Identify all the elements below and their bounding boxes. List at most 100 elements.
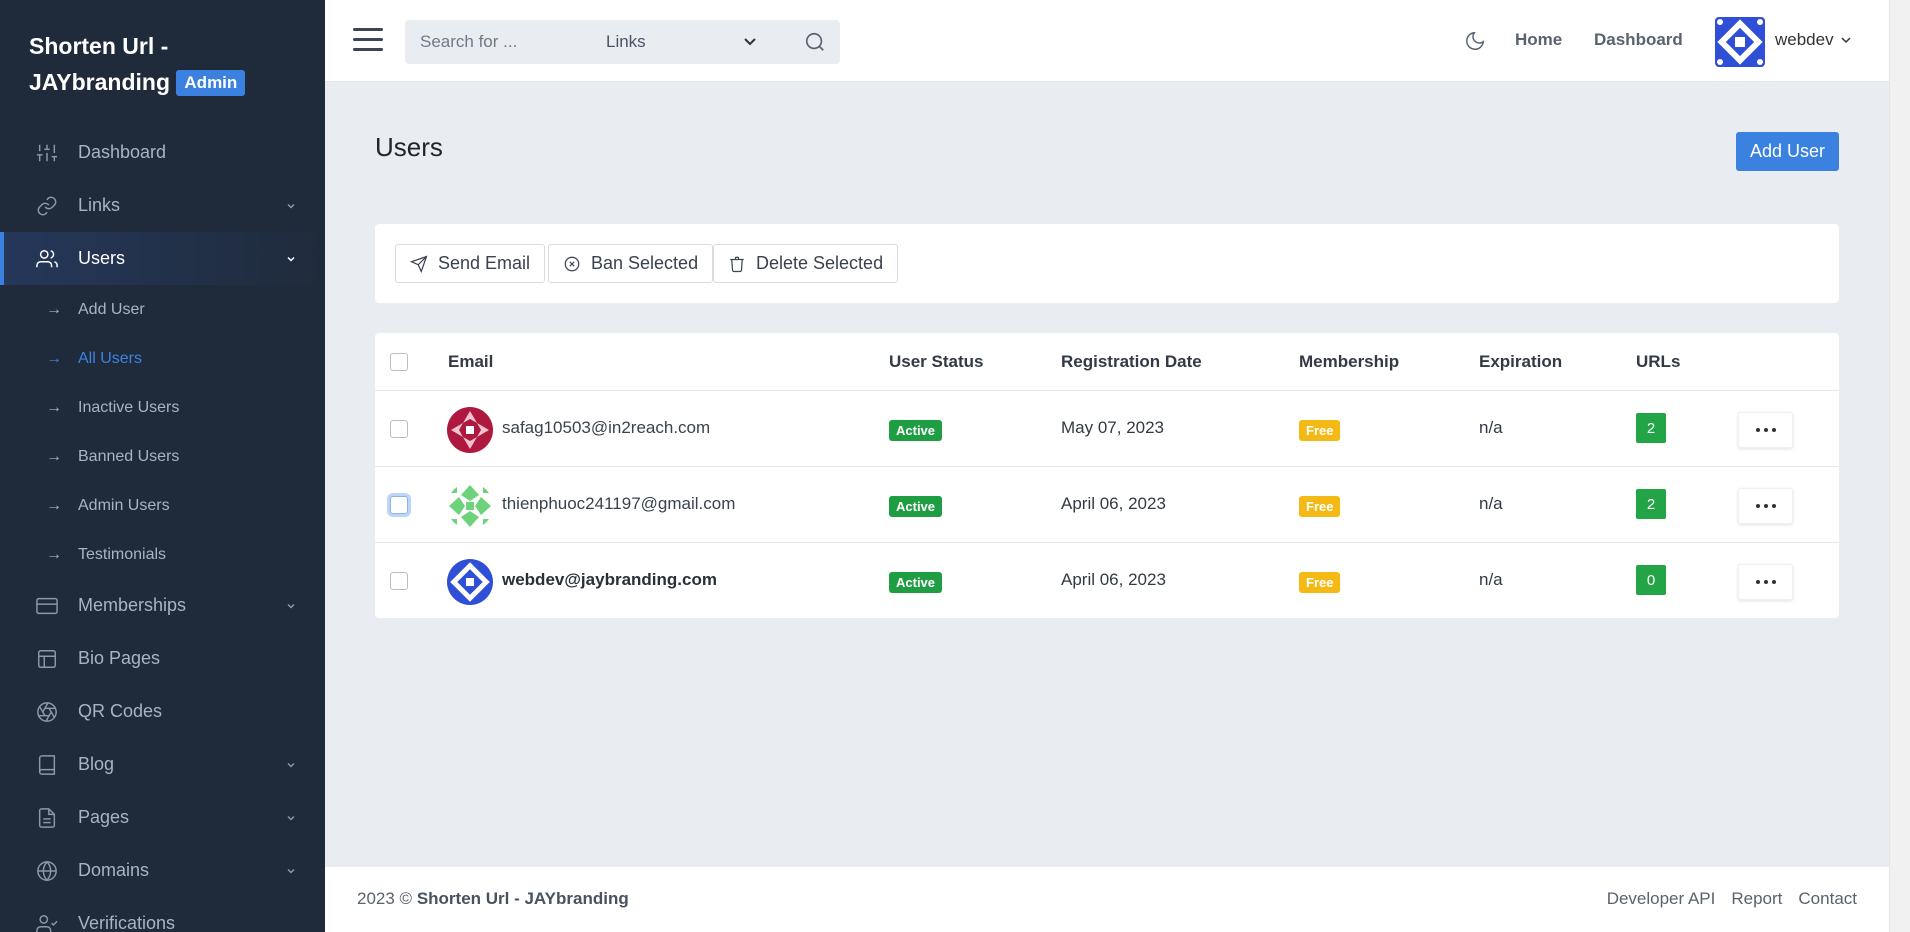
table-row: thienphuoc241197@gmail.com Active April … xyxy=(375,467,1839,543)
search-scope-select[interactable]: Links xyxy=(595,20,785,64)
row-actions-button[interactable] xyxy=(1738,488,1793,524)
submenu-item-all-users[interactable]: → All Users xyxy=(0,334,325,383)
row-actions-button[interactable] xyxy=(1738,412,1793,448)
column-header-expiration[interactable]: Expiration xyxy=(1479,352,1562,372)
sidebar-item-verifications[interactable]: Verifications xyxy=(0,897,325,932)
sidebar: Shorten Url - JAYbranding Admin Dashboar… xyxy=(0,0,325,932)
sidebar-item-bio-pages[interactable]: Bio Pages xyxy=(0,632,325,685)
button-label: Delete Selected xyxy=(756,253,884,273)
globe-icon xyxy=(36,860,58,882)
arrow-right-icon: → xyxy=(46,447,62,465)
sidebar-item-label: Dashboard xyxy=(78,142,167,162)
footer-link-report[interactable]: Report xyxy=(1731,889,1782,909)
table-header: Email User Status Registration Date Memb… xyxy=(375,333,1839,391)
sidebar-item-memberships[interactable]: Memberships xyxy=(0,579,325,632)
footer-link-contact[interactable]: Contact xyxy=(1798,889,1857,909)
submenu-item-banned-users[interactable]: → Banned Users xyxy=(0,432,325,481)
registration-date: April 06, 2023 xyxy=(1061,494,1166,513)
nav-dashboard-link[interactable]: Dashboard xyxy=(1594,30,1683,50)
menu-toggle-icon[interactable] xyxy=(353,28,383,52)
footer: 2023 © Shorten Url - JAYbranding Develop… xyxy=(325,867,1889,932)
user-email-link[interactable]: safag10503@in2reach.com xyxy=(502,418,710,438)
link-icon xyxy=(36,195,58,217)
avatar xyxy=(447,559,493,605)
sidebar-item-label: Pages xyxy=(78,807,130,827)
column-header-registration[interactable]: Registration Date xyxy=(1061,352,1202,372)
moon-icon[interactable] xyxy=(1464,30,1486,52)
page-title: Users xyxy=(375,132,443,162)
brand-title-line2: JAYbranding xyxy=(29,69,171,95)
urls-count-badge: 0 xyxy=(1636,565,1666,595)
arrow-right-icon: → xyxy=(46,496,62,514)
sidebar-item-label: Memberships xyxy=(78,595,187,615)
submenu-item-add-user[interactable]: → Add User xyxy=(0,285,325,334)
column-header-status[interactable]: User Status xyxy=(889,352,983,372)
scrollbar[interactable] xyxy=(1889,0,1910,932)
sidebar-item-dashboard[interactable]: Dashboard xyxy=(0,126,325,179)
footer-copyright: 2023 © Shorten Url - JAYbranding xyxy=(357,889,629,909)
chevron-down-icon xyxy=(287,762,295,768)
sidebar-item-label: Links xyxy=(78,195,121,215)
sidebar-item-label: QR Codes xyxy=(78,701,163,721)
arrow-right-icon: → xyxy=(46,398,62,416)
row-checkbox[interactable] xyxy=(390,496,408,514)
delete-selected-button[interactable]: Delete Selected xyxy=(713,244,899,283)
chevron-down-icon xyxy=(287,203,295,209)
submenu-item-inactive-users[interactable]: → Inactive Users xyxy=(0,383,325,432)
book-icon xyxy=(36,754,58,776)
search-icon[interactable] xyxy=(804,31,826,53)
user-email-link[interactable]: thienphuoc241197@gmail.com xyxy=(502,494,735,514)
layout-icon xyxy=(36,648,58,670)
user-email-link[interactable]: webdev@jaybranding.com xyxy=(502,570,717,590)
trash-icon xyxy=(730,256,744,272)
row-checkbox[interactable] xyxy=(390,420,408,438)
avatar xyxy=(447,483,493,529)
select-all-checkbox[interactable] xyxy=(390,353,408,371)
file-text-icon xyxy=(36,807,58,829)
registration-date: April 06, 2023 xyxy=(1061,570,1166,589)
footer-links: Developer API Report Contact xyxy=(1607,889,1857,909)
search-input[interactable] xyxy=(405,32,575,52)
brand-title-line1: Shorten Url - xyxy=(29,33,169,59)
sidebar-item-users[interactable]: Users xyxy=(0,232,325,285)
topbar: Links Home Dashboard webdev xyxy=(325,0,1889,82)
sidebar-item-label: Domains xyxy=(78,860,150,880)
column-header-membership[interactable]: Membership xyxy=(1299,352,1399,372)
sidebar-item-pages[interactable]: Pages xyxy=(0,791,325,844)
submenu-item-testimonials[interactable]: → Testimonials xyxy=(0,530,325,579)
arrow-right-icon: → xyxy=(46,300,62,318)
urls-count-badge: 2 xyxy=(1636,489,1666,519)
sidebar-item-domains[interactable]: Domains xyxy=(0,844,325,897)
column-header-urls[interactable]: URLs xyxy=(1636,352,1680,372)
membership-badge: Free xyxy=(1299,572,1341,593)
row-actions-button[interactable] xyxy=(1738,564,1793,600)
table-row: safag10503@in2reach.com Active May 07, 2… xyxy=(375,391,1839,467)
bulk-actions-card: Send Email Ban Selected Delete Selected xyxy=(375,224,1839,303)
status-badge: Active xyxy=(889,572,943,593)
chevron-down-icon xyxy=(744,38,756,46)
send-email-button[interactable]: Send Email xyxy=(395,244,546,283)
user-menu[interactable]: webdev xyxy=(1775,30,1852,50)
urls-count-badge: 2 xyxy=(1636,413,1666,443)
ban-selected-button[interactable]: Ban Selected xyxy=(548,244,714,283)
membership-badge: Free xyxy=(1299,496,1341,517)
sidebar-item-label: Blog xyxy=(78,754,115,774)
submenu-item-admin-users[interactable]: → Admin Users xyxy=(0,481,325,530)
expiration-value: n/a xyxy=(1479,570,1503,589)
avatar[interactable] xyxy=(1715,17,1765,67)
users-icon xyxy=(36,248,58,270)
sidebar-item-qr-codes[interactable]: QR Codes xyxy=(0,685,325,738)
search-bar: Links xyxy=(405,20,840,64)
sidebar-item-links[interactable]: Links xyxy=(0,179,325,232)
row-checkbox[interactable] xyxy=(390,572,408,590)
aperture-icon xyxy=(36,701,58,723)
column-header-email[interactable]: Email xyxy=(448,352,493,372)
nav-home-link[interactable]: Home xyxy=(1515,30,1562,50)
brand[interactable]: Shorten Url - JAYbranding Admin xyxy=(0,0,325,126)
sidebar-item-blog[interactable]: Blog xyxy=(0,738,325,791)
membership-badge: Free xyxy=(1299,420,1341,441)
chevron-down-icon xyxy=(287,815,295,821)
add-user-button[interactable]: Add User xyxy=(1736,132,1839,171)
footer-link-developer-api[interactable]: Developer API xyxy=(1607,889,1716,909)
avatar xyxy=(447,407,493,453)
